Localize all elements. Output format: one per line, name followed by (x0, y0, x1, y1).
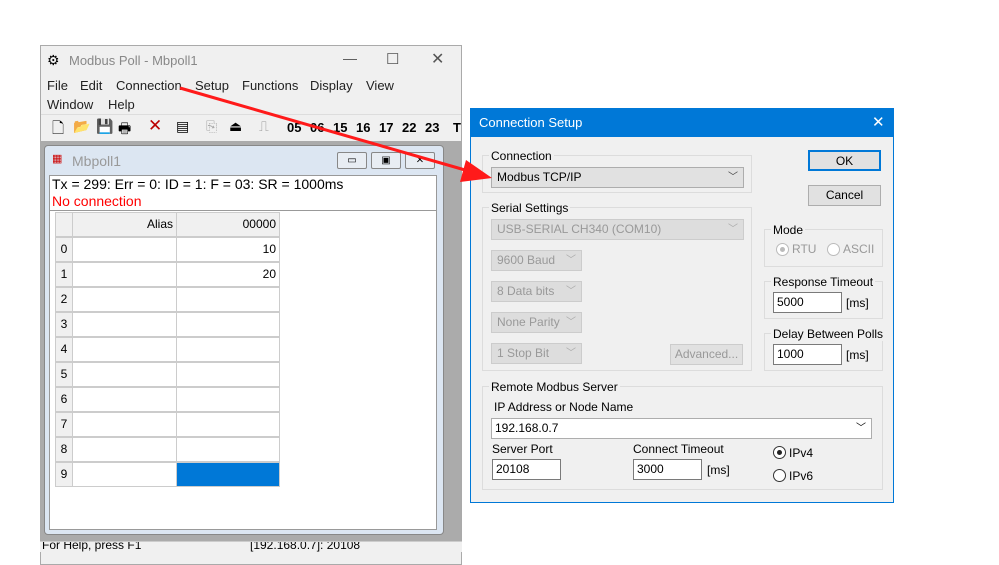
annotation-arrow (179, 86, 492, 182)
arrow-head (460, 160, 492, 182)
arrow-line (179, 86, 473, 174)
